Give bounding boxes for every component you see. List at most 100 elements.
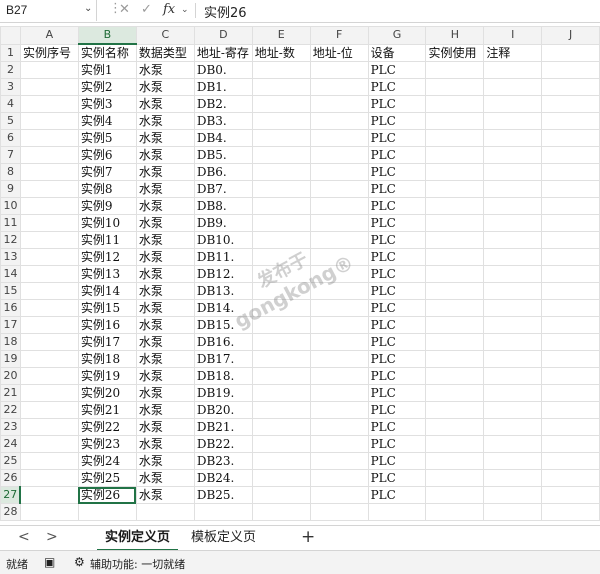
cell[interactable] (425, 367, 485, 385)
cell[interactable]: 地址-数 (251, 43, 311, 62)
add-sheet-button[interactable]: + (301, 527, 315, 547)
cell[interactable] (19, 333, 79, 351)
cell[interactable]: DB11. (193, 248, 253, 266)
cell[interactable]: 实例21 (77, 401, 137, 419)
row-header[interactable]: 20 (0, 367, 21, 385)
row-header[interactable]: 9 (0, 180, 21, 198)
cell[interactable] (309, 469, 369, 487)
cell[interactable]: 实例8 (77, 180, 137, 198)
cell[interactable]: PLC (367, 401, 427, 419)
cell[interactable]: 实例20 (77, 384, 137, 402)
cell[interactable] (541, 180, 600, 198)
cell[interactable]: DB13. (193, 282, 253, 300)
cell[interactable] (251, 61, 311, 79)
row-header[interactable]: 10 (0, 197, 21, 215)
cell[interactable] (251, 452, 311, 470)
column-header-g[interactable]: G (367, 26, 427, 45)
cell[interactable] (483, 452, 543, 470)
row-header[interactable]: 4 (0, 95, 21, 113)
row-header[interactable]: 15 (0, 282, 21, 300)
cell[interactable] (425, 265, 485, 283)
cell[interactable]: PLC (367, 452, 427, 470)
cell[interactable] (251, 435, 311, 453)
chevron-down-icon[interactable]: ⌄ (84, 3, 92, 14)
cell[interactable] (483, 180, 543, 198)
cell[interactable]: PLC (367, 384, 427, 402)
cell[interactable]: DB21. (193, 418, 253, 436)
cell[interactable]: 水泵 (135, 384, 195, 402)
cell[interactable] (251, 231, 311, 249)
cell[interactable]: 实例名称 (77, 43, 137, 62)
cell[interactable] (483, 197, 543, 215)
column-header-e[interactable]: E (251, 26, 311, 45)
cell[interactable] (483, 401, 543, 419)
row-header[interactable]: 3 (0, 78, 21, 96)
cell[interactable]: PLC (367, 486, 427, 504)
cell[interactable]: 数据类型 (135, 43, 195, 62)
row-header[interactable]: 27 (0, 486, 22, 504)
cell[interactable] (251, 503, 311, 521)
cell[interactable]: 实例12 (77, 248, 137, 266)
cell[interactable]: 实例16 (77, 316, 137, 334)
cell[interactable] (251, 146, 311, 164)
cell[interactable]: 水泵 (135, 333, 195, 351)
cell[interactable]: 实例3 (77, 95, 137, 113)
cell[interactable] (19, 418, 79, 436)
status-accessibility[interactable]: 辅助功能: 一切就绪 (90, 556, 185, 572)
cell[interactable] (541, 265, 600, 283)
cell[interactable]: DB2. (193, 95, 253, 113)
cell[interactable]: PLC (367, 197, 427, 215)
cell[interactable] (309, 95, 369, 113)
cell[interactable] (251, 214, 311, 232)
cell[interactable]: DB4. (193, 129, 253, 147)
cell[interactable] (19, 265, 79, 283)
cell[interactable]: 实例13 (77, 265, 137, 283)
cell[interactable]: 水泵 (135, 129, 195, 147)
cell[interactable]: 设备 (367, 43, 427, 62)
cell[interactable]: PLC (367, 248, 427, 266)
chevron-down-icon[interactable]: ⌄ (181, 5, 189, 15)
cell[interactable] (19, 401, 79, 419)
cell[interactable] (425, 350, 485, 368)
cell[interactable]: 水泵 (135, 316, 195, 334)
cell[interactable] (483, 129, 543, 147)
cell[interactable]: PLC (367, 78, 427, 96)
row-header[interactable]: 25 (0, 452, 21, 470)
cell[interactable] (19, 214, 79, 232)
cell[interactable] (483, 214, 543, 232)
cell[interactable]: 实例18 (77, 350, 137, 368)
cell[interactable]: DB7. (193, 180, 253, 198)
cell[interactable] (483, 367, 543, 385)
row-header[interactable]: 2 (0, 61, 21, 79)
macro-record-icon[interactable]: ▣ (44, 555, 55, 569)
cell[interactable]: 水泵 (135, 469, 195, 487)
cell[interactable] (19, 112, 79, 130)
cell[interactable] (425, 78, 485, 96)
cell[interactable]: DB8. (193, 197, 253, 215)
cell[interactable] (19, 231, 79, 249)
cell[interactable] (251, 333, 311, 351)
cell[interactable]: DB17. (193, 350, 253, 368)
cell[interactable]: 地址-寄存 (193, 43, 253, 62)
cell[interactable]: PLC (367, 469, 427, 487)
cell[interactable]: PLC (367, 214, 427, 232)
cell[interactable]: 实例17 (77, 333, 137, 351)
cell[interactable] (541, 112, 600, 130)
cell[interactable] (309, 401, 369, 419)
cell[interactable] (541, 197, 600, 215)
cell[interactable]: PLC (367, 146, 427, 164)
cell[interactable] (425, 316, 485, 334)
cell[interactable] (483, 350, 543, 368)
cell[interactable]: 水泵 (135, 282, 195, 300)
cell[interactable]: DB18. (193, 367, 253, 385)
cell[interactable]: DB16. (193, 333, 253, 351)
cell[interactable] (251, 78, 311, 96)
cell[interactable]: 实例26 (77, 486, 137, 504)
cell[interactable] (251, 299, 311, 317)
cell[interactable] (309, 231, 369, 249)
cell[interactable]: DB23. (193, 452, 253, 470)
cell[interactable] (483, 146, 543, 164)
cell[interactable] (483, 333, 543, 351)
cell[interactable]: 水泵 (135, 401, 195, 419)
cell[interactable] (483, 78, 543, 96)
